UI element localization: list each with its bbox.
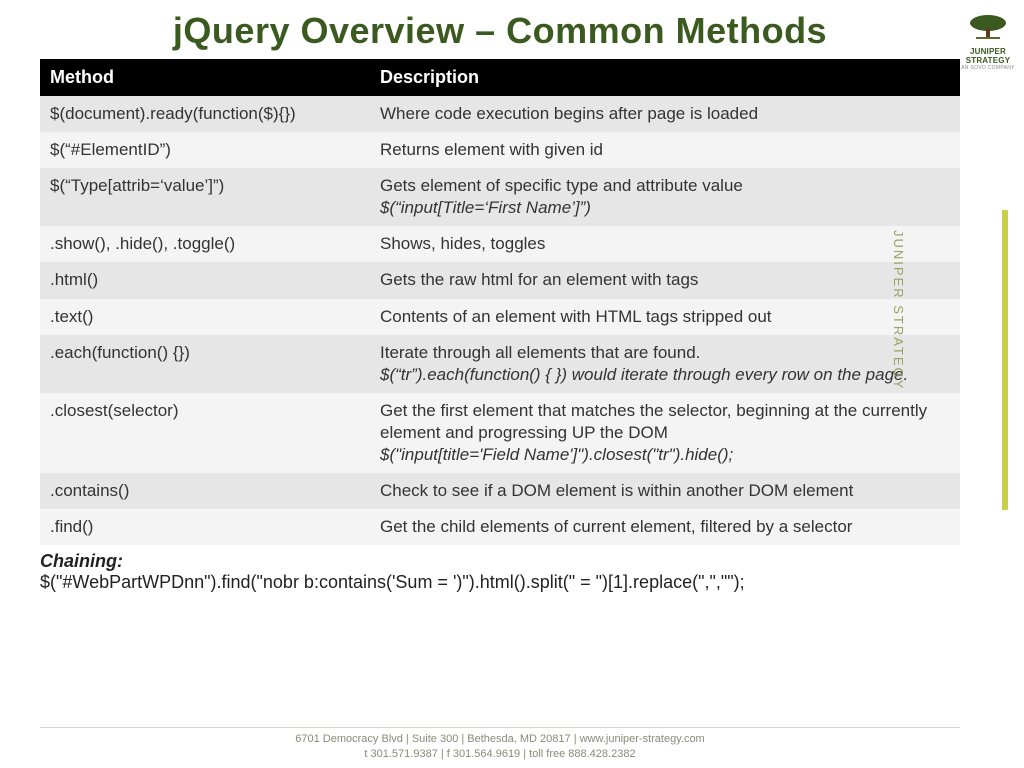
brand-logo: JUNIPER STRATEGY AN SOVO COMPANY <box>958 14 1018 71</box>
table-row: $(“Type[attrib=‘value’]”) Gets element of… <box>40 168 960 226</box>
desc-text: Gets element of specific type and attrib… <box>380 176 743 195</box>
header-description: Description <box>370 59 960 96</box>
accent-stripe <box>1002 210 1008 510</box>
cell-method: .show(), .hide(), .toggle() <box>40 226 370 262</box>
desc-text: Where code execution begins after page i… <box>380 104 758 123</box>
table-row: $(“#ElementID”) Returns element with give… <box>40 132 960 168</box>
cell-method: .each(function() {}) <box>40 335 370 393</box>
cell-method: $(“#ElementID”) <box>40 132 370 168</box>
cell-description: Gets the raw html for an element with ta… <box>370 262 960 298</box>
chaining-code: $("#WebPartWPDnn").find("nobr b:contains… <box>40 572 745 592</box>
cell-method: .closest(selector) <box>40 393 370 473</box>
table-row: .each(function() {}) Iterate through all … <box>40 335 960 393</box>
desc-example: $(“tr”).each(function() { }) would itera… <box>380 365 908 384</box>
table-row: .find() Get the child elements of current… <box>40 509 960 545</box>
table-row: .contains() Check to see if a DOM element… <box>40 473 960 509</box>
table-row: .text() Contents of an element with HTML … <box>40 299 960 335</box>
slide-content: jQuery Overview – Common Methods Method … <box>0 0 970 768</box>
methods-table: Method Description $(document).ready(fun… <box>40 59 960 545</box>
cell-method: .find() <box>40 509 370 545</box>
footer-line1: 6701 Democracy Blvd | Suite 300 | Bethes… <box>40 732 960 747</box>
cell-method: $(document).ready(function($){}) <box>40 96 370 132</box>
cell-method: $(“Type[attrib=‘value’]”) <box>40 168 370 226</box>
sidebar-brand-strip: JUNIPER STRATEGY AN SOVO COMPANY JUNIPER… <box>970 0 1024 768</box>
cell-method: .text() <box>40 299 370 335</box>
brand-name-2: STRATEGY <box>966 56 1011 65</box>
cell-description: Shows, hides, toggles <box>370 226 960 262</box>
cell-description: Contents of an element with HTML tags st… <box>370 299 960 335</box>
cell-method: .contains() <box>40 473 370 509</box>
cell-description: Gets element of specific type and attrib… <box>370 168 960 226</box>
cell-method: .html() <box>40 262 370 298</box>
cell-description: Where code execution begins after page i… <box>370 96 960 132</box>
chaining-block: Chaining: $("#WebPartWPDnn").find("nobr … <box>40 551 960 593</box>
footer-line2: t 301.571.9387 | f 301.564.9619 | toll f… <box>40 747 960 762</box>
cell-description: Check to see if a DOM element is within … <box>370 473 960 509</box>
desc-text: Shows, hides, toggles <box>380 234 545 253</box>
tree-icon <box>966 14 1010 40</box>
table-row: $(document).ready(function($){}) Where co… <box>40 96 960 132</box>
cell-description: Iterate through all elements that are fo… <box>370 335 960 393</box>
desc-text: Get the first element that matches the s… <box>380 401 927 442</box>
desc-text: Check to see if a DOM element is within … <box>380 481 853 500</box>
brand-name-1: JUNIPER <box>970 47 1006 56</box>
table-row: .html() Gets the raw html for an element … <box>40 262 960 298</box>
chaining-label: Chaining: <box>40 551 123 571</box>
cell-description: Get the child elements of current elemen… <box>370 509 960 545</box>
table-header-row: Method Description <box>40 59 960 96</box>
desc-text: Iterate through all elements that are fo… <box>380 343 700 362</box>
desc-text: Get the child elements of current elemen… <box>380 517 852 536</box>
desc-example: $("input[title='Field Name']").closest("… <box>380 445 733 464</box>
cell-description: Returns element with given id <box>370 132 960 168</box>
brand-vertical-text: JUNIPER STRATEGY <box>891 230 906 390</box>
header-method: Method <box>40 59 370 96</box>
table-row: .closest(selector)Get the first element … <box>40 393 960 473</box>
table-row: .show(), .hide(), .toggle() Shows, hides,… <box>40 226 960 262</box>
desc-text: Contents of an element with HTML tags st… <box>380 307 772 326</box>
desc-example: $(“input[Title=‘First Name’]”) <box>380 198 591 217</box>
desc-text: Returns element with given id <box>380 140 603 159</box>
slide-title: jQuery Overview – Common Methods <box>40 8 960 53</box>
cell-description: Get the first element that matches the s… <box>370 393 960 473</box>
brand-sub: AN SOVO COMPANY <box>958 65 1018 71</box>
slide-footer: 6701 Democracy Blvd | Suite 300 | Bethes… <box>40 727 960 762</box>
desc-text: Gets the raw html for an element with ta… <box>380 270 698 289</box>
